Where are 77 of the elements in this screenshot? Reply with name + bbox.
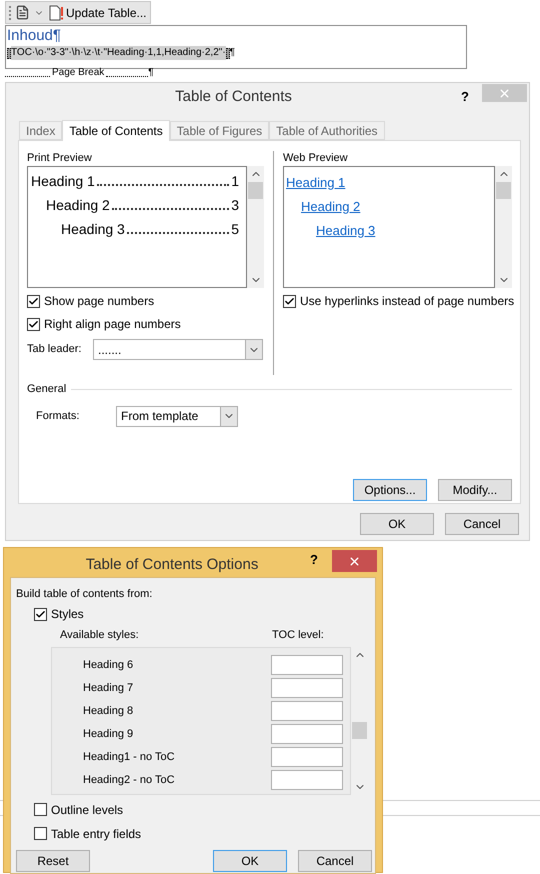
dialog-button[interactable]: Cancel [445,513,519,535]
close-icon [498,86,511,100]
tab[interactable]: Table of Authorities [269,121,385,140]
page-alert-icon [48,4,64,20]
dialog-title: Table of Contents [174,86,293,107]
field-brace-icon [226,48,230,58]
scrollbar[interactable] [247,166,264,288]
toc-level-field[interactable] [271,747,343,767]
page-break-line [106,76,148,77]
preview-link[interactable]: Heading 1 [286,172,346,192]
document-heading: Inhoud¶ [7,26,62,46]
checkbox-label: Styles [51,606,84,623]
checkbox-label: Table entry fields [51,826,142,842]
dialog-button[interactable]: Modify... [438,478,512,500]
column-header: TOC level: [272,628,324,643]
preview-link[interactable]: Heading 3 [316,220,376,240]
dialog-button[interactable]: OK [213,850,287,872]
checkbox[interactable] [27,318,40,330]
style-name: Heading 9 [83,726,134,742]
style-name: Heading1 - no ToC [83,750,176,765]
toc-level-field[interactable] [271,770,343,790]
document-icon[interactable] [15,5,30,20]
column-header: Available styles: [60,628,140,643]
help-button[interactable]: ? [310,550,318,570]
paragraph-mark: ¶ [230,46,236,60]
scroll-thumb[interactable] [496,182,511,199]
checkbox-label: Right align page numbers [44,316,181,333]
close-icon [348,554,361,568]
checkbox[interactable] [34,827,47,840]
section-label: Build table of contents from: [16,586,154,602]
checkbox[interactable] [34,608,47,620]
paragraph-mark: ¶ [148,67,154,79]
page-number: 1 [231,172,239,191]
page-number: 3 [231,196,239,215]
toc-level-field[interactable] [271,655,343,675]
field-code: TOC·\o·"3-3"·\h·\z·\t·"Heading·1,1,Heading·2,2"· [11,46,226,60]
toc-level-field[interactable] [271,724,343,744]
tab[interactable]: Table of Contents [62,120,170,141]
preview-link[interactable]: Heading 2 [301,196,360,216]
checkbox-label: Use hyperlinks instead of page numbers [300,293,514,310]
dialog-button[interactable]: Cancel [298,850,372,872]
style-name: Heading 8 [83,704,134,719]
scroll-thumb[interactable] [352,722,367,738]
dialog-button[interactable]: Options... [353,478,427,500]
scroll-thumb[interactable] [248,182,263,199]
page-break-label: Page Break [51,67,106,79]
close-button[interactable] [332,550,377,572]
preview-entry: Heading 3 [61,220,125,239]
group-label: General [27,382,68,397]
dropdown[interactable]: From template [116,406,238,426]
checkbox[interactable] [34,803,47,816]
checkbox[interactable] [27,294,40,308]
checkbox[interactable] [283,294,296,308]
checkbox-label: Outline levels [51,802,124,818]
scrollbar[interactable] [495,166,512,288]
tab[interactable]: Index [19,121,62,140]
dropdown[interactable]: ....... [93,339,263,360]
toc-level-field[interactable] [271,701,343,721]
preview-entry: Heading 1 [31,172,95,191]
section-label: Print Preview [27,151,93,165]
style-name: Heading 7 [83,680,134,696]
style-name: Heading 6 [83,658,134,673]
page-number: 5 [231,220,239,239]
dialog-button[interactable]: Reset [16,850,90,872]
field-label: Tab leader: [27,342,82,358]
preview-entry: Heading 2 [46,196,110,215]
field-brace-icon [7,48,11,58]
field-label: Formats: [36,408,80,424]
help-button[interactable]: ? [461,87,469,107]
dialog-button[interactable]: OK [360,513,434,535]
toc-level-field[interactable] [271,678,343,698]
section-label: Web Preview [283,151,349,165]
page-break-line [5,76,50,77]
style-name: Heading2 - no ToC [83,772,176,788]
tab[interactable]: Table of Figures [170,121,270,140]
checkbox-label: Show page numbers [44,293,154,310]
dialog-title: Table of Contents Options [84,555,260,575]
